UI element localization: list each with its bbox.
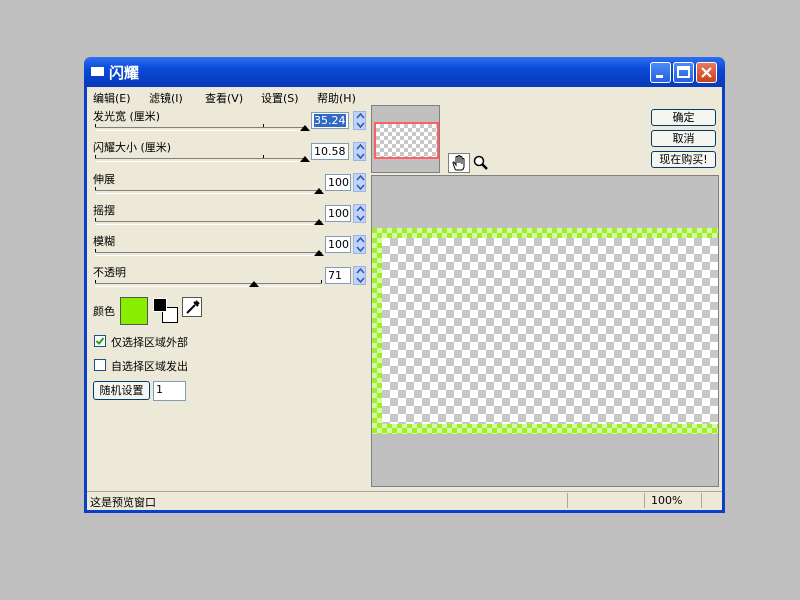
glow-width-slider[interactable] <box>95 127 307 131</box>
opacity-label: 不透明 <box>93 266 126 279</box>
sway-label: 摇摆 <box>93 204 115 217</box>
stretch-slider[interactable] <box>95 190 322 194</box>
stretch-spinner[interactable] <box>353 173 366 192</box>
glow-width-label: 发光宽 (厘米) <box>93 110 161 123</box>
minimize-icon <box>656 75 663 78</box>
menu-bar: 编辑(E) 滤镜(I) 查看(V) 设置(S) 帮助(H) <box>87 87 722 105</box>
blur-input[interactable]: 100 <box>325 236 351 253</box>
sway-input[interactable]: 100 <box>325 205 351 222</box>
sway-slider-thumb[interactable] <box>314 219 324 225</box>
menu-edit[interactable]: 编辑(E) <box>93 90 131 106</box>
color-label: 颜色 <box>93 305 115 318</box>
cancel-button[interactable]: 取消 <box>651 130 716 147</box>
filter-dialog: 闪耀 编辑(E) 滤镜(I) 查看(V) 设置(S) 帮助(H) 发光宽 (厘米… <box>84 57 725 513</box>
zoom-level: 100% <box>651 494 683 507</box>
random-seed-input[interactable]: 1 <box>153 381 186 401</box>
minimize-button[interactable] <box>650 62 671 83</box>
glow-color-swatch[interactable] <box>120 297 148 325</box>
glow-size-input[interactable]: 10.58 <box>311 143 349 160</box>
opacity-slider-thumb[interactable] <box>249 281 259 287</box>
window-icon <box>91 67 104 76</box>
spinner-arrows-icon <box>356 236 365 253</box>
hand-icon[interactable] <box>448 153 470 173</box>
dialog-client: 编辑(E) 滤镜(I) 查看(V) 设置(S) 帮助(H) 发光宽 (厘米) 3… <box>87 87 722 510</box>
blur-slider-thumb[interactable] <box>314 250 324 256</box>
opacity-spinner[interactable] <box>353 266 366 285</box>
glow-size-label: 闪耀大小 (厘米) <box>93 141 172 154</box>
sway-slider[interactable] <box>95 221 322 225</box>
buy-now-button[interactable]: 现在购买! <box>651 151 716 168</box>
random-settings-button[interactable]: 随机设置 <box>93 381 150 400</box>
spinner-arrows-icon <box>356 205 365 222</box>
glow-border <box>372 228 718 434</box>
glow-width-input[interactable]: 35.24 <box>311 112 349 129</box>
stretch-input[interactable]: 100 <box>325 174 351 191</box>
ok-button[interactable]: 确定 <box>651 109 716 126</box>
glow-size-slider[interactable] <box>95 158 307 162</box>
spinner-arrows-icon <box>356 174 365 191</box>
glow-width-spinner[interactable] <box>353 111 366 130</box>
menu-view[interactable]: 查看(V) <box>205 90 243 106</box>
viewport-rectangle[interactable] <box>374 122 439 159</box>
glow-size-spinner[interactable] <box>353 142 366 161</box>
close-icon <box>701 67 712 78</box>
fg-bg-color-icon[interactable] <box>152 297 180 325</box>
opacity-slider[interactable] <box>95 283 322 287</box>
status-text: 这是预览窗口 <box>90 496 156 509</box>
magnifier-icon[interactable] <box>471 153 491 173</box>
menu-settings[interactable]: 设置(S) <box>261 90 299 106</box>
glow-from-selection-label[interactable]: 自选择区域发出 <box>111 358 188 374</box>
only-outside-checkbox[interactable] <box>94 335 106 347</box>
stretch-label: 伸展 <box>93 173 115 186</box>
maximize-icon <box>677 66 690 78</box>
status-bar: 这是预览窗口 100% <box>87 491 722 510</box>
stretch-slider-thumb[interactable] <box>314 188 324 194</box>
checkmark-icon <box>95 337 105 345</box>
transparent-canvas <box>382 238 718 424</box>
sway-spinner[interactable] <box>353 204 366 223</box>
glow-size-slider-thumb[interactable] <box>300 156 310 162</box>
glow-width-slider-thumb[interactable] <box>300 125 310 131</box>
only-outside-label[interactable]: 仅选择区域外部 <box>111 334 188 350</box>
eyedropper-icon[interactable] <box>182 297 202 317</box>
spinner-arrows-icon <box>356 112 365 129</box>
menu-filter[interactable]: 滤镜(I) <box>149 90 183 106</box>
maximize-button[interactable] <box>673 62 694 83</box>
blur-spinner[interactable] <box>353 235 366 254</box>
preview-window[interactable] <box>371 175 719 487</box>
blur-label: 模糊 <box>93 235 115 248</box>
menu-help[interactable]: 帮助(H) <box>317 90 356 106</box>
preview-thumbnail[interactable] <box>371 105 440 173</box>
glow-from-selection-checkbox[interactable] <box>94 359 106 371</box>
opacity-input[interactable]: 71 <box>325 267 351 284</box>
spinner-arrows-icon <box>356 267 365 284</box>
close-button[interactable] <box>696 62 717 83</box>
window-title: 闪耀 <box>109 64 140 82</box>
spinner-arrows-icon <box>356 143 365 160</box>
blur-slider[interactable] <box>95 252 322 256</box>
title-bar[interactable]: 闪耀 <box>84 57 725 87</box>
